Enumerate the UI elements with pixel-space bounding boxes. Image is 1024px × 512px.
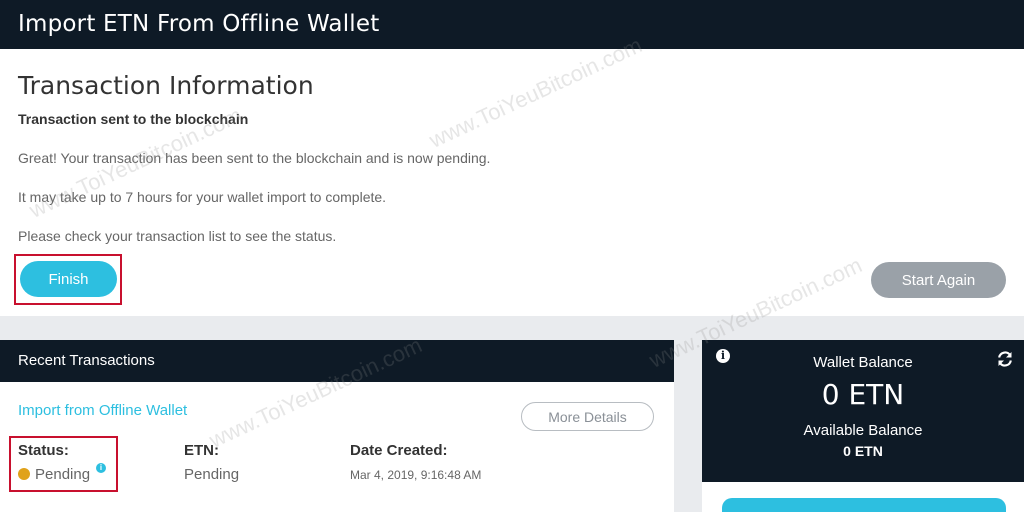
page-title: Import ETN From Offline Wallet bbox=[18, 11, 380, 37]
finish-highlight-box bbox=[14, 254, 122, 305]
transaction-info-subtitle: Transaction sent to the blockchain bbox=[18, 111, 249, 127]
status-highlight-box bbox=[9, 436, 118, 492]
transaction-info-card: Transaction Information Transaction sent… bbox=[0, 49, 1024, 316]
date-created-label: Date Created: bbox=[350, 442, 448, 459]
recent-transactions-header: Recent Transactions bbox=[0, 340, 674, 382]
recent-transactions-card: Recent Transactions Import from Offline … bbox=[0, 340, 674, 512]
start-again-button[interactable]: Start Again bbox=[871, 262, 1006, 298]
page-header: Import ETN From Offline Wallet bbox=[0, 0, 1024, 49]
date-created-value: Mar 4, 2019, 9:16:48 AM bbox=[350, 468, 482, 482]
available-balance-amount: 0 ETN bbox=[843, 443, 883, 459]
wallet-action-button[interactable] bbox=[722, 498, 1006, 512]
transaction-message-line-3: Please check your transaction list to se… bbox=[18, 228, 337, 244]
transaction-info-title: Transaction Information bbox=[18, 71, 314, 100]
etn-label: ETN: bbox=[184, 442, 219, 459]
transaction-message-line-2: It may take up to 7 hours for your walle… bbox=[18, 189, 387, 205]
wallet-balance-card: i Wallet Balance 0 ETN Available Balance… bbox=[702, 340, 1024, 512]
wallet-balance-label: Wallet Balance bbox=[813, 354, 913, 371]
recent-transactions-title: Recent Transactions bbox=[18, 352, 155, 369]
available-balance-label: Available Balance bbox=[803, 422, 923, 439]
more-details-button[interactable]: More Details bbox=[521, 402, 654, 431]
wallet-balance-amount: 0 ETN bbox=[821, 378, 905, 411]
transaction-message-line-1: Great! Your transaction has been sent to… bbox=[18, 150, 491, 166]
transaction-link-import-offline-wallet[interactable]: Import from Offline Wallet bbox=[18, 402, 187, 419]
etn-value: Pending bbox=[184, 466, 240, 483]
